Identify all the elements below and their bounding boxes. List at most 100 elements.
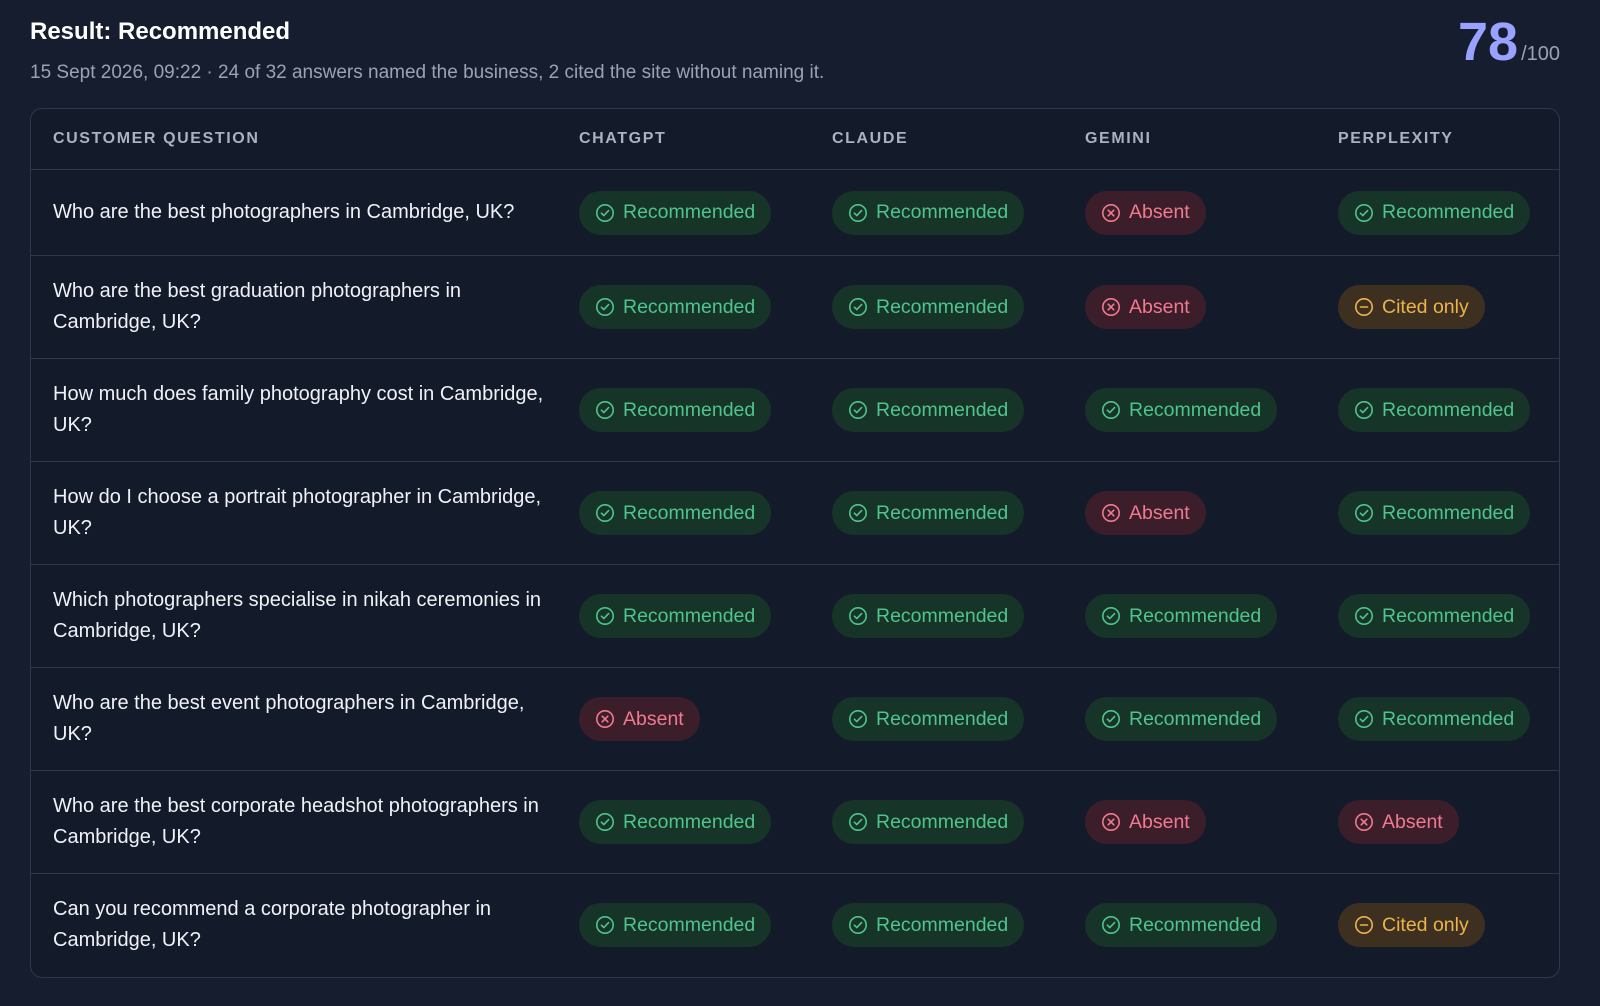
check-circle-icon	[1354, 709, 1382, 729]
status-badge: Recommended	[1338, 388, 1531, 432]
status-badge: Recommended	[1338, 594, 1531, 638]
score-value: 78	[1457, 12, 1519, 72]
status-label: Absent	[1382, 810, 1443, 833]
result-cell-chatgpt: Recommended	[579, 358, 832, 462]
result-cell-chatgpt: Absent	[579, 667, 832, 771]
question-cell: Who are the best corporate headshot phot…	[31, 770, 579, 874]
check-circle-icon	[595, 503, 623, 523]
result-cell-gemini: Absent	[1085, 169, 1338, 256]
table-row: Who are the best graduation photographer…	[31, 255, 1559, 359]
status-badge: Recommended	[1085, 388, 1278, 432]
status-label: Recommended	[876, 295, 1009, 318]
result-cell-claude: Recommended	[832, 667, 1085, 771]
question-cell: Who are the best photographers in Cambri…	[31, 169, 579, 256]
status-badge: Absent	[1085, 800, 1206, 844]
status-label: Recommended	[876, 201, 1009, 223]
page-title: Result: Recommended	[30, 18, 291, 45]
status-label: Cited only	[1382, 295, 1469, 318]
x-circle-icon	[1101, 812, 1129, 832]
result-cell-claude: Recommended	[832, 874, 1085, 977]
check-circle-icon	[595, 606, 623, 626]
status-label: Recommended	[1129, 398, 1262, 421]
status-label: Recommended	[1129, 604, 1262, 627]
column-header-question: CUSTOMER QUESTION	[31, 109, 579, 170]
result-cell-chatgpt: Recommended	[579, 461, 832, 565]
question-text: Who are the best corporate headshot phot…	[53, 795, 539, 848]
status-badge: Absent	[1085, 285, 1206, 329]
check-circle-icon	[595, 915, 623, 935]
column-header-claude: CLAUDE	[832, 109, 1085, 170]
question-text: Who are the best graduation photographer…	[53, 280, 462, 333]
status-label: Recommended	[1382, 604, 1515, 627]
check-circle-icon	[595, 400, 623, 420]
status-badge: Recommended	[1338, 491, 1531, 535]
column-header-perplexity: PERPLEXITY	[1338, 109, 1559, 170]
status-badge: Recommended	[1085, 697, 1278, 741]
question-cell: How much does family photography cost in…	[31, 358, 579, 462]
status-badge: Absent	[1338, 800, 1459, 844]
result-cell-chatgpt: Recommended	[579, 874, 832, 977]
minus-circle-icon	[1354, 915, 1382, 935]
question-text: Who are the best event photographers in …	[53, 692, 525, 745]
status-badge: Recommended	[832, 388, 1025, 432]
result-cell-claude: Recommended	[832, 169, 1085, 256]
status-label: Recommended	[623, 810, 756, 833]
table-row: Can you recommend a corporate photograph…	[31, 874, 1559, 977]
question-cell: How do I choose a portrait photographer …	[31, 461, 579, 565]
status-label: Recommended	[876, 604, 1009, 627]
result-cell-perplexity: Recommended	[1338, 461, 1559, 565]
status-badge: Recommended	[579, 594, 772, 638]
status-label: Recommended	[623, 604, 756, 627]
score-display: 78 /100	[1458, 10, 1560, 74]
status-badge: Recommended	[832, 594, 1025, 638]
result-cell-gemini: Recommended	[1085, 564, 1338, 668]
results-page: Result: Recommended 15 Sept 2026, 09:22 …	[0, 0, 1600, 1006]
status-label: Recommended	[623, 295, 756, 318]
status-label: Absent	[1129, 501, 1190, 524]
status-badge: Absent	[579, 697, 700, 741]
status-badge: Recommended	[832, 903, 1025, 948]
question-text: Can you recommend a corporate photograph…	[53, 898, 492, 952]
check-circle-icon	[1354, 606, 1382, 626]
table-body: Who are the best photographers in Cambri…	[31, 169, 1559, 977]
question-text: How much does family photography cost in…	[53, 383, 544, 436]
status-badge: Recommended	[579, 388, 772, 432]
status-badge: Recommended	[832, 491, 1025, 535]
status-label: Recommended	[876, 707, 1009, 730]
result-summary: 15 Sept 2026, 09:22 · 24 of 32 answers n…	[30, 62, 825, 83]
table-row: Which photographers specialise in nikah …	[31, 564, 1559, 668]
result-cell-perplexity: Recommended	[1338, 564, 1559, 668]
result-cell-gemini: Recommended	[1085, 874, 1338, 977]
status-badge: Recommended	[579, 190, 772, 235]
check-circle-icon	[848, 915, 876, 935]
result-cell-gemini: Absent	[1085, 770, 1338, 874]
status-badge: Cited only	[1338, 903, 1485, 948]
status-label: Absent	[1129, 295, 1190, 318]
result-cell-chatgpt: Recommended	[579, 255, 832, 359]
status-label: Recommended	[1382, 398, 1515, 421]
status-label: Recommended	[1382, 707, 1515, 730]
score-max: /100	[1521, 43, 1560, 65]
status-label: Recommended	[1129, 913, 1262, 936]
result-cell-gemini: Absent	[1085, 461, 1338, 565]
column-header-gemini: GEMINI	[1085, 109, 1338, 170]
result-cell-gemini: Recommended	[1085, 667, 1338, 771]
check-circle-icon	[595, 297, 623, 317]
status-badge: Recommended	[832, 190, 1025, 235]
status-label: Recommended	[623, 201, 756, 223]
check-circle-icon	[595, 203, 623, 223]
question-text: Who are the best photographers in Cambri…	[53, 201, 515, 223]
status-badge: Absent	[1085, 190, 1206, 235]
result-cell-perplexity: Recommended	[1338, 667, 1559, 771]
status-badge: Recommended	[1338, 190, 1531, 235]
result-cell-claude: Recommended	[832, 358, 1085, 462]
status-label: Recommended	[876, 501, 1009, 524]
result-cell-gemini: Recommended	[1085, 358, 1338, 462]
status-label: Absent	[623, 707, 684, 730]
status-badge: Recommended	[832, 697, 1025, 741]
check-circle-icon	[1101, 915, 1129, 935]
table-header-row: CUSTOMER QUESTION CHATGPT CLAUDE GEMINI …	[31, 109, 1559, 170]
check-circle-icon	[848, 203, 876, 223]
column-header-chatgpt: CHATGPT	[579, 109, 832, 170]
status-label: Recommended	[876, 398, 1009, 421]
